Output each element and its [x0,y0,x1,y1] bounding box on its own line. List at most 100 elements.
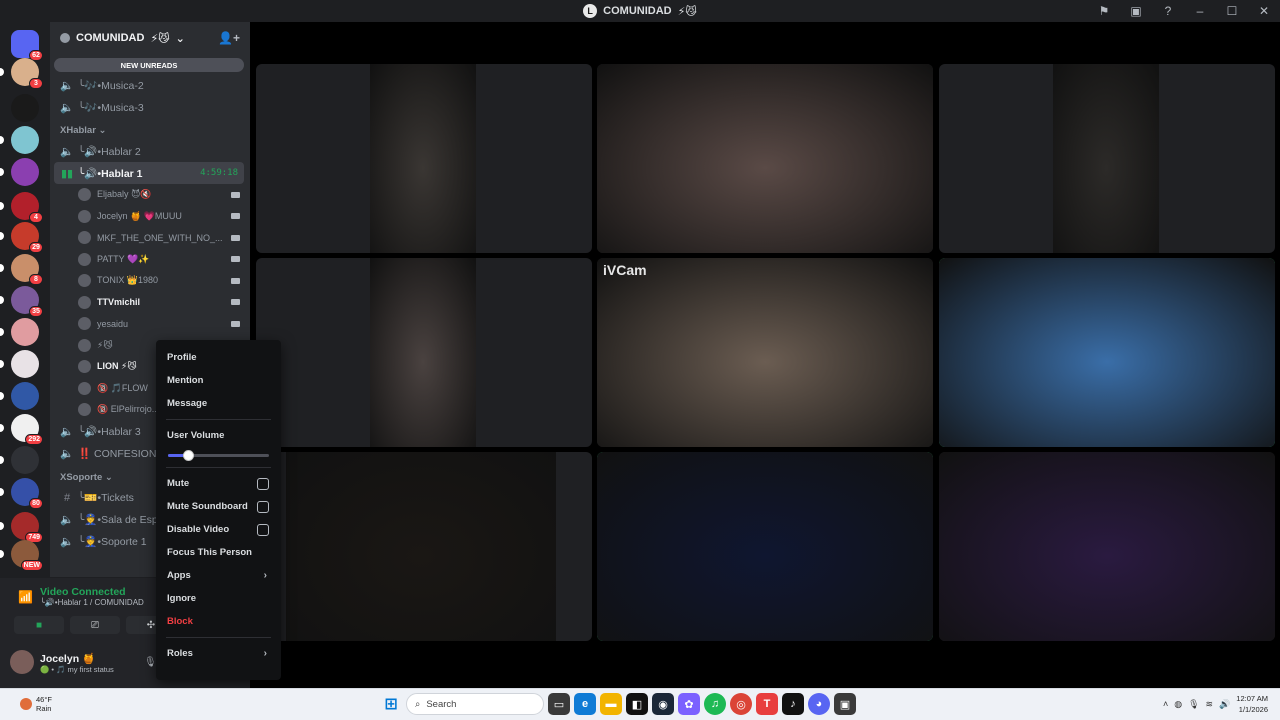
menu-block[interactable]: Block [162,610,275,633]
checkbox[interactable] [257,523,269,536]
menu-roles[interactable]: Roles › [162,642,275,665]
chrome-icon[interactable]: ◎ [730,693,752,715]
video-tile[interactable]: iVCam [597,258,933,447]
camera-button[interactable]: ■ [14,616,64,634]
channel-musica-3[interactable]: 🔈 ╰🎶•Musica-3 [50,96,250,118]
menu-message[interactable]: Message [162,392,275,415]
server-icon[interactable]: NEW [11,540,43,571]
server-icon[interactable] [11,318,39,346]
voice-user[interactable]: PATTY 💜✨ [50,249,250,271]
server-icon[interactable]: 3 [11,58,43,89]
unread-pill [0,522,4,530]
video-tile[interactable] [939,258,1275,447]
text-app-icon[interactable]: T [756,693,778,715]
voice-user[interactable]: TTVmichil [50,292,250,314]
server-icon[interactable]: 8 [11,254,43,285]
wifi-icon[interactable]: ≋ [1206,699,1214,710]
mic-tray-icon[interactable]: 🎙 [1188,699,1199,710]
menu-focus-person[interactable]: Focus This Person [162,541,275,564]
taskbar-search[interactable]: ⌕ Search [406,693,544,715]
video-tile[interactable] [939,64,1275,253]
invite-people-icon[interactable]: 👤+ [218,31,240,45]
channel-musica-2[interactable]: 🔈 ╰🎶•Musica-2 [50,74,250,96]
video-tile[interactable] [939,452,1275,641]
username[interactable]: Jocelyn 🍯 [40,652,95,665]
guild-header[interactable]: COMUNIDAD ⚡😼 ⌄ 👤+ [50,22,250,54]
start-button[interactable]: ⊞ [380,693,402,715]
voice-user[interactable]: TONIX 👑1980 [50,270,250,292]
server-icon[interactable]: 292 [11,414,43,445]
channel-hablar-2[interactable]: 🔈 ╰🔊•Hablar 2 [50,140,250,162]
inbox-icon[interactable]: ▣ [1120,0,1152,22]
task-view-icon[interactable]: ▭ [548,693,570,715]
voice-user[interactable]: Jocelyn 🍯 💗MUUU [50,206,250,228]
video-tile[interactable] [597,452,933,641]
video-tile[interactable] [256,258,592,447]
menu-disable-video[interactable]: Disable Video [162,518,275,541]
server-icon[interactable] [11,94,39,122]
weather-condition: Rain [36,704,52,713]
menu-label: Apps [167,570,191,581]
screen-share-button[interactable]: ⎚ [70,616,120,634]
discord-icon[interactable]: ◕ [808,693,830,715]
channel-hablar-1[interactable]: ▮▮ ╰🔊•Hablar 1 4:59:18 [54,162,244,184]
copilot-icon[interactable]: ✿ [678,693,700,715]
android-app-icon[interactable]: ▣ [834,693,856,715]
volume-icon[interactable]: 🔊 [1219,699,1230,710]
menu-apps[interactable]: Apps › [162,564,275,587]
minimize-button[interactable]: – [1184,0,1216,22]
avatar [78,403,91,417]
menu-mention[interactable]: Mention [162,369,275,392]
close-button[interactable]: ✕ [1248,0,1280,22]
weather-widget[interactable]: 46°F Rain [20,695,52,713]
server-icon[interactable]: 62 [11,30,43,61]
video-feed [1053,64,1159,253]
server-icon[interactable] [11,158,39,186]
menu-divider [166,637,271,638]
voice-user[interactable]: Eljabaly 😈🔇 [50,184,250,206]
game-app-icon[interactable]: ◧ [626,693,648,715]
video-tile[interactable] [256,64,592,253]
menu-mute-soundboard[interactable]: Mute Soundboard [162,495,275,518]
slider-thumb[interactable] [183,450,195,461]
server-icon[interactable] [11,446,39,474]
chevron-up-icon[interactable]: ˄ [1163,699,1168,709]
voice-user[interactable]: yesaidu [50,313,250,335]
server-icon[interactable]: 29 [11,222,43,253]
help-icon[interactable]: ? [1152,0,1184,22]
server-icon[interactable]: 4 [11,192,43,223]
network-icon[interactable]: ◍ [1174,699,1182,710]
category-hablar[interactable]: XHablar ⌄ [50,118,250,140]
checkbox[interactable] [257,500,269,513]
checkbox[interactable] [257,477,269,490]
tiktok-icon[interactable]: ♪ [782,693,804,715]
menu-profile[interactable]: Profile [162,346,275,369]
server-icon[interactable] [11,350,39,378]
server-icon[interactable]: 749 [11,512,43,543]
server-icon[interactable] [11,126,39,154]
maximize-button[interactable]: ☐ [1216,0,1248,22]
inbox-flag-icon[interactable]: ⚑ [1088,0,1120,22]
video-tile[interactable] [597,64,933,253]
server-icon[interactable]: 35 [11,286,43,317]
new-unreads-pill[interactable]: NEW UNREADS [54,58,244,72]
file-explorer-icon[interactable]: ▬ [600,693,622,715]
unread-badge: 292 [25,434,43,445]
voice-user[interactable]: MKF_THE_ONE_WITH_NO_... [50,227,250,249]
steam-icon[interactable]: ◉ [652,693,674,715]
menu-mute[interactable]: Mute [162,472,275,495]
edge-icon[interactable]: e [574,693,596,715]
menu-ignore[interactable]: Ignore [162,587,275,610]
video-feed [939,258,1275,447]
voice-channel-path[interactable]: ╰🔊•Hablar 1 / COMUNIDAD [40,598,144,607]
user-volume-slider[interactable] [168,447,269,463]
server-icon[interactable] [11,382,39,410]
avatar[interactable] [10,650,34,674]
date: 1/1/2026 [1238,705,1268,714]
spotify-icon[interactable]: ♫ [704,693,726,715]
microphone-icon[interactable]: 🎙 [144,657,157,668]
video-tile[interactable] [256,452,592,641]
voice-status[interactable]: Video Connected [40,586,126,598]
clock[interactable]: 12:07 AM 1/1/2026 [1236,693,1268,715]
server-icon[interactable]: 80 [11,478,43,509]
